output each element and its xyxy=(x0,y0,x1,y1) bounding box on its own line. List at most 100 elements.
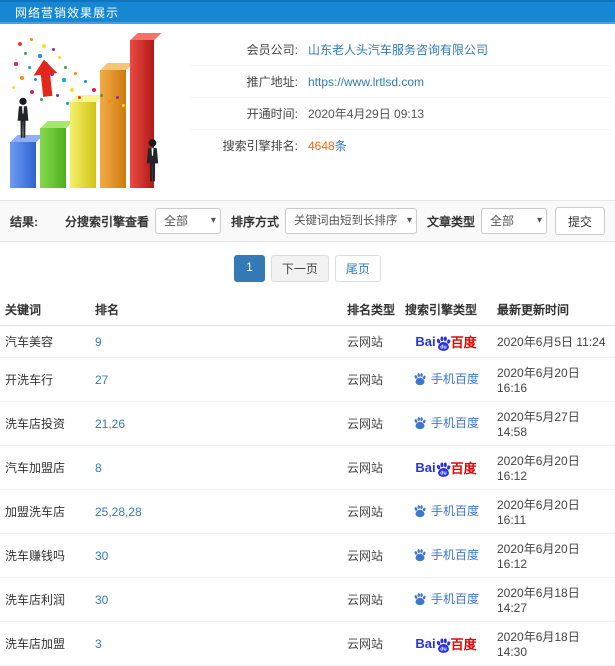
baidu-paw-icon xyxy=(414,373,426,386)
mobile-baidu-badge: 手机百度 xyxy=(413,370,479,387)
keyword-cell: 洗车店投资 xyxy=(0,401,90,446)
keyword-cell: 加盟洗车店 xyxy=(0,489,90,534)
rank-link[interactable]: 30 xyxy=(95,593,108,607)
baidu-paw-icon: du xyxy=(436,638,450,653)
table-row: 加盟洗车店 25,28,28 云网站 手机百度 2020年6月20日 16:11 xyxy=(0,489,615,534)
rank-link[interactable]: 27 xyxy=(95,373,108,387)
article-type-select[interactable]: 全部 xyxy=(480,208,547,234)
mobile-baidu-badge: 手机百度 xyxy=(413,414,479,431)
rank-type-cell: 云网站 xyxy=(342,577,400,622)
baidu-paw-icon: du xyxy=(436,462,450,477)
page-title: 网络营销效果展示 xyxy=(15,5,120,20)
last-page-button[interactable]: 尾页 xyxy=(334,255,381,282)
col-header-keyword: 关键词 xyxy=(0,294,90,326)
table-row: 汽车美容 9 云网站 Bai du 百度 2020年6月5日 11:24 xyxy=(0,325,615,358)
member-company-label: 会员公司: xyxy=(246,43,298,57)
col-header-rank-type: 排名类型 xyxy=(342,294,400,326)
table-row: 开洗车行 27 云网站 手机百度 2020年6月20日 16:16 xyxy=(0,357,615,402)
mobile-baidu-badge: 手机百度 xyxy=(413,502,479,519)
sort-method-select[interactable]: 关键词由短到长排序 xyxy=(284,208,417,234)
updated-time-cell: 2020年6月20日 16:16 xyxy=(492,357,615,402)
company-info-list: 会员公司: 山东老人头汽车服务咨询有限公司 推广地址: https://www.… xyxy=(190,32,611,194)
rank-cell: 30 xyxy=(90,533,342,578)
rank-link[interactable]: 3 xyxy=(95,637,102,651)
open-time-value: 2020年4月29日 09:13 xyxy=(308,107,425,121)
baidu-paw-icon xyxy=(414,417,426,430)
keyword-cell: 洗车店利润 xyxy=(0,577,90,622)
keyword-cell: 洗车赚钱吗 xyxy=(0,533,90,578)
rank-link[interactable]: 21,26 xyxy=(95,417,125,431)
updated-time-cell: 2020年6月18日 14:30 xyxy=(492,621,615,666)
rank-cell: 30 xyxy=(90,577,342,622)
table-row: 洗车赚钱吗 30 云网站 手机百度 2020年6月20日 16:12 xyxy=(0,533,615,578)
baidu-logo: Bai du 百度 xyxy=(415,636,477,653)
engine-cell: Bai du 百度 xyxy=(400,621,492,666)
rank-link[interactable]: 8 xyxy=(95,461,102,475)
baidu-logo: Bai du 百度 xyxy=(415,460,477,477)
baidu-paw-icon xyxy=(414,549,426,562)
rank-link[interactable]: 9 xyxy=(95,335,102,349)
engine-cell: Bai du 百度 xyxy=(400,325,492,358)
results-table: 关键词 排名 排名类型 搜索引擎类型 最新更新时间 汽车美容 9 云网站 Bai du… xyxy=(0,294,615,666)
col-header-rank: 排名 xyxy=(90,294,342,326)
member-company-row: 会员公司: 山东老人头汽车服务咨询有限公司 xyxy=(190,34,611,66)
page-1-button[interactable]: 1 xyxy=(234,255,265,282)
article-type-label: 文章类型 xyxy=(426,214,475,229)
rank-type-cell: 云网站 xyxy=(342,533,400,578)
promo-url-link[interactable]: https://www.lrtlsd.com xyxy=(308,75,424,89)
engine-cell: 手机百度 xyxy=(400,533,492,578)
next-page-button[interactable]: 下一页 xyxy=(270,255,329,282)
updated-time-cell: 2020年6月20日 16:12 xyxy=(492,445,615,490)
rank-link[interactable]: 25,28,28 xyxy=(95,505,142,519)
svg-text:du: du xyxy=(440,470,446,476)
ranking-count-row: 搜索引擎排名: 4648条 xyxy=(190,130,611,161)
table-row: 洗车店加盟 3 云网站 Bai du 百度 2020年6月18日 14:30 xyxy=(0,621,615,666)
businessman-left-icon xyxy=(14,97,32,142)
mobile-baidu-label: 手机百度 xyxy=(430,503,479,518)
header-bar: 网络营销效果展示 xyxy=(0,0,615,24)
ranking-count-value: 4648 xyxy=(308,139,335,153)
table-header-row: 关键词 排名 排名类型 搜索引擎类型 最新更新时间 xyxy=(0,294,615,326)
engine-cell: 手机百度 xyxy=(400,357,492,402)
table-row: 洗车店投资 21,26 云网站 手机百度 2020年5月27日 14:58 xyxy=(0,401,615,446)
rank-cell: 9 xyxy=(90,325,342,358)
promo-url-label: 推广地址: xyxy=(246,75,298,89)
ranking-count-label: 搜索引擎排名: xyxy=(222,139,298,153)
member-company-link[interactable]: 山东老人头汽车服务咨询有限公司 xyxy=(308,43,488,57)
engine-filter-select[interactable]: 全部 xyxy=(154,208,221,234)
submit-button[interactable]: 提交 xyxy=(554,207,605,235)
rank-type-cell: 云网站 xyxy=(342,401,400,446)
rank-type-cell: 云网站 xyxy=(342,445,400,490)
rank-link[interactable]: 30 xyxy=(95,549,108,563)
baidu-paw-icon: du xyxy=(436,336,450,351)
sort-method-label: 排序方式 xyxy=(230,214,279,229)
info-section: 会员公司: 山东老人头汽车服务咨询有限公司 推广地址: https://www.… xyxy=(0,24,615,194)
open-time-label: 开通时间: xyxy=(246,107,298,121)
table-row: 洗车店利润 30 云网站 手机百度 2020年6月18日 14:27 xyxy=(0,577,615,622)
engine-cell: 手机百度 xyxy=(400,401,492,446)
bar-chart-illustration xyxy=(4,32,162,192)
keyword-cell: 汽车美容 xyxy=(0,325,90,358)
mobile-baidu-label: 手机百度 xyxy=(430,591,479,606)
engine-cell: Bai du 百度 xyxy=(400,445,492,490)
engine-cell: 手机百度 xyxy=(400,577,492,622)
rank-type-cell: 云网站 xyxy=(342,489,400,534)
mobile-baidu-label: 手机百度 xyxy=(430,547,479,562)
rank-cell: 8 xyxy=(90,445,342,490)
updated-time-cell: 2020年6月20日 16:12 xyxy=(492,533,615,578)
svg-text:du: du xyxy=(440,344,446,350)
pagination: 1 下一页 尾页 xyxy=(0,255,615,282)
baidu-paw-icon xyxy=(414,593,426,606)
rank-type-cell: 云网站 xyxy=(342,621,400,666)
engine-cell: 手机百度 xyxy=(400,489,492,534)
updated-time-cell: 2020年6月20日 16:11 xyxy=(492,489,615,534)
baidu-paw-icon xyxy=(414,505,426,518)
mobile-baidu-label: 手机百度 xyxy=(430,371,479,386)
ranking-count-unit: 条 xyxy=(334,139,347,153)
rank-cell: 21,26 xyxy=(90,401,342,446)
chart-bar-blue xyxy=(10,142,36,188)
businessman-right-icon xyxy=(143,138,162,186)
rank-cell: 3 xyxy=(90,621,342,666)
filter-bar: 结果: 分搜索引擎查看 全部 排序方式 关键词由短到长排序 文章类型 全部 提交 xyxy=(0,200,615,242)
keyword-cell: 洗车店加盟 xyxy=(0,621,90,666)
